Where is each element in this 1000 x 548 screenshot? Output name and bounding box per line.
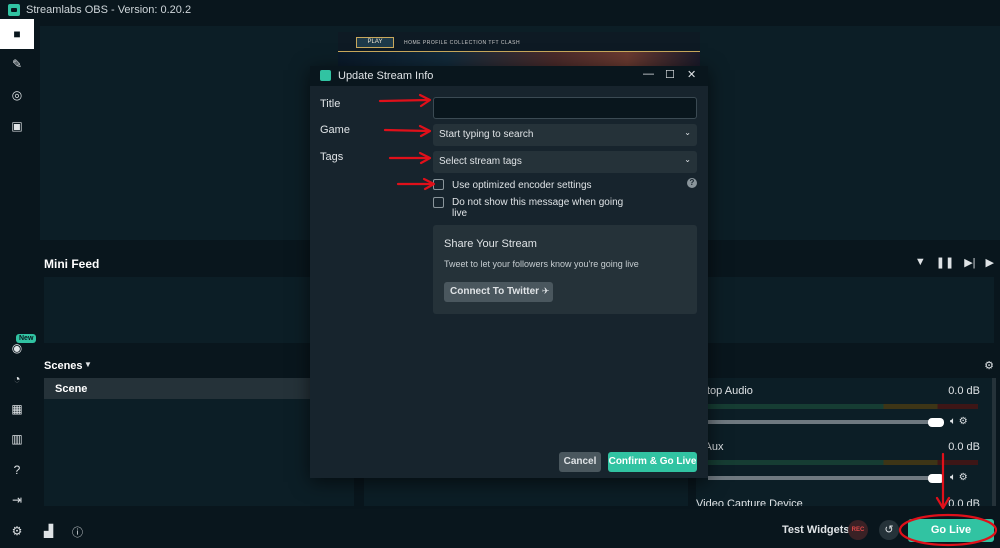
mixer-panel: sktop Audio 0.0 dB 🔈︎ ⚙ c/Aux 0.0 dB 🔈︎ … [696,378,992,506]
tags-select[interactable]: Select stream tags ⌄ [433,151,697,173]
volume-meter [708,404,978,409]
scene-item-label: Scene [55,383,88,395]
share-stream-box: Share Your Stream Tweet to let your foll… [433,225,697,314]
settings-icon[interactable]: ⚙ [0,516,34,546]
update-stream-info-dialog: Update Stream Info — ☐ ✕ Title Game Star… [310,66,708,478]
game-capture-preview: PLAY HOME PROFILE COLLECTION TFT CLASH [338,32,700,68]
share-stream-title: Share Your Stream [444,238,537,250]
mixer-source-name: Video Capture Device [696,498,803,506]
game-select[interactable]: Start typing to search ⌄ [433,124,697,146]
dialog-title-bar: Update Stream Info — ☐ ✕ [310,66,708,86]
game-nav-text: HOME PROFILE COLLECTION TFT CLASH [404,40,521,46]
mixer-scrollbar[interactable] [992,378,996,506]
chevron-down-icon: ⌄ [684,128,691,137]
speaker-icon[interactable]: 🔈︎ ⚙ [950,416,968,427]
mixer-source-db: 0.0 dB [948,498,980,506]
filter-icon[interactable]: ▼ [915,256,926,269]
volume-knob[interactable] [928,474,944,483]
scenes-header: Scenes ▼ [34,356,354,376]
mixer-source-db: 0.0 dB [948,385,980,397]
scene-item[interactable]: Scene [44,378,310,399]
layout-icon[interactable]: ▦ [0,394,34,424]
scenes-title[interactable]: Scenes [44,360,83,372]
game-nav-bar: PLAY HOME PROFILE COLLECTION TFT CLASH [338,32,700,52]
chevron-down-icon[interactable]: ▼ [84,360,92,369]
mixer-header: r ⚙ [700,356,1000,376]
window-title-bar: Streamlabs OBS - Version: 0.20.2 [0,0,1000,19]
dashboard-icon[interactable]: ◔ [0,364,34,394]
dont-show-label: Do not show this message when going [452,197,624,208]
streamlabs-logo-icon [320,70,331,81]
info-icon[interactable]: ⓘ [72,524,83,540]
connect-twitter-button[interactable]: Connect To Twitter ✈ [444,282,553,302]
streamlabs-logo-icon [8,3,20,16]
studio-mode-icon[interactable]: ■ [0,19,34,49]
confirm-go-live-button[interactable]: Confirm & Go Live [608,452,697,472]
game-label: Game [320,124,350,136]
close-icon[interactable]: ✕ [687,68,696,81]
skip-icon[interactable]: ▶| [964,256,975,269]
optimized-encoder-label: Use optimized encoder settings [452,180,592,191]
go-live-button[interactable]: Go Live [908,519,994,542]
optimized-encoder-checkbox[interactable] [433,179,444,190]
mini-feed-title: Mini Feed [44,257,100,271]
new-badge: New [16,334,37,343]
help-icon[interactable]: ? [0,455,34,485]
volume-meter [708,460,978,465]
twitter-icon: ✈ [541,286,550,296]
dont-show-label-cont: live [452,208,468,219]
themes-icon[interactable]: ✎ [0,49,34,79]
record-button[interactable]: REC [848,520,868,540]
volume-slider[interactable] [708,420,936,424]
popout-icon[interactable]: ▶ [986,256,994,269]
tags-label: Tags [320,151,344,163]
title-label: Title [320,98,341,110]
chevron-down-icon: ⌄ [684,155,691,164]
performance-stats-icon[interactable]: ▟ [44,524,53,538]
dont-show-checkbox[interactable] [433,197,444,208]
pause-icon[interactable]: ❚❚ [936,256,954,269]
volume-slider[interactable] [708,476,936,480]
left-sidebar: ■ ✎ ◎ ▣ ◉ New ◔ ▦ ▥ ? ⇥ ⚙ [0,19,37,548]
maximize-icon[interactable]: ☐ [665,68,675,81]
minimize-icon[interactable]: — [643,68,654,80]
dialog-title: Update Stream Info [338,70,434,82]
share-stream-description: Tweet to let your followers know you're … [444,259,639,269]
store-icon[interactable]: ▣ [0,111,34,141]
test-widgets-button[interactable]: Test Widgets [782,524,850,536]
window-title: Streamlabs OBS - Version: 0.20.2 [26,3,192,16]
connect-twitter-label: Connect To Twitter [450,286,540,297]
speaker-icon[interactable]: 🔈︎ ⚙ [950,472,968,483]
question-icon[interactable]: ? [687,178,697,188]
game-play-button: PLAY [356,37,394,48]
tags-select-placeholder: Select stream tags [439,156,522,167]
columns-icon[interactable]: ▥ [0,424,34,454]
volume-knob[interactable] [928,418,944,427]
replay-buffer-icon[interactable]: ↺ [879,520,899,540]
chat-icon[interactable]: ◎ [0,80,34,110]
cancel-button[interactable]: Cancel [559,452,601,472]
game-select-placeholder: Start typing to search [439,129,534,140]
mixer-source-db: 0.0 dB [948,441,980,453]
logout-icon[interactable]: ⇥ [0,485,34,515]
title-input[interactable] [433,97,697,119]
mixer-settings-icon[interactable]: ⚙ [984,359,994,372]
